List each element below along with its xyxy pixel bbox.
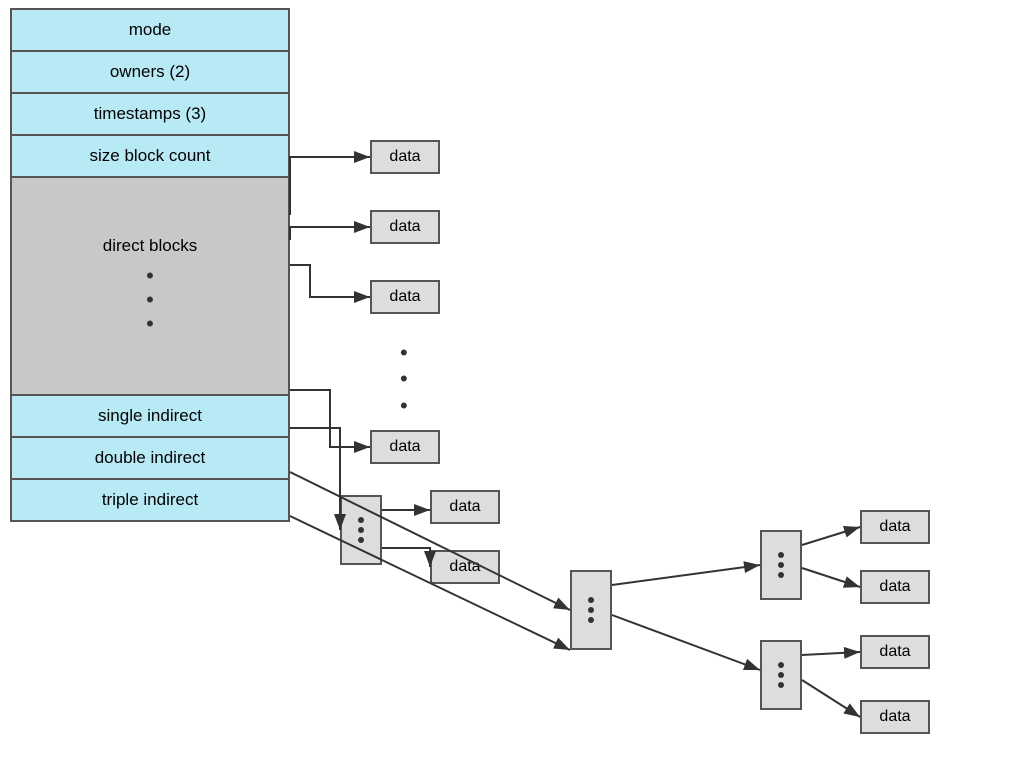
inode-structure: mode owners (2) timestamps (3) size bloc… [10, 10, 290, 522]
data-box-8: data [860, 570, 930, 604]
data-box-9: data [860, 635, 930, 669]
diagram: mode owners (2) timestamps (3) size bloc… [0, 0, 1024, 769]
data-box-2: data [370, 210, 440, 244]
data-box-6: data [430, 550, 500, 584]
data-box-5: data [430, 490, 500, 524]
data-box-3: data [370, 280, 440, 314]
data-box-4: data [370, 430, 440, 464]
single-indirect-ptr [340, 495, 382, 565]
double-indirect-ptr2a [760, 530, 802, 600]
inode-triple-indirect: triple indirect [10, 478, 290, 522]
inode-double-indirect: double indirect [10, 436, 290, 480]
inode-direct-blocks: direct blocks ••• [10, 176, 290, 396]
data-box-10: data [860, 700, 930, 734]
inode-single-indirect: single indirect [10, 394, 290, 438]
double-indirect-ptr2b [760, 640, 802, 710]
data-box-1: data [370, 140, 440, 174]
double-indirect-ptr1 [570, 570, 612, 650]
inode-size-block-count: size block count [10, 134, 290, 178]
inode-owners: owners (2) [10, 50, 290, 94]
inode-timestamps: timestamps (3) [10, 92, 290, 136]
direct-dots: ••• [400, 340, 408, 419]
inode-mode: mode [10, 8, 290, 52]
data-box-7: data [860, 510, 930, 544]
